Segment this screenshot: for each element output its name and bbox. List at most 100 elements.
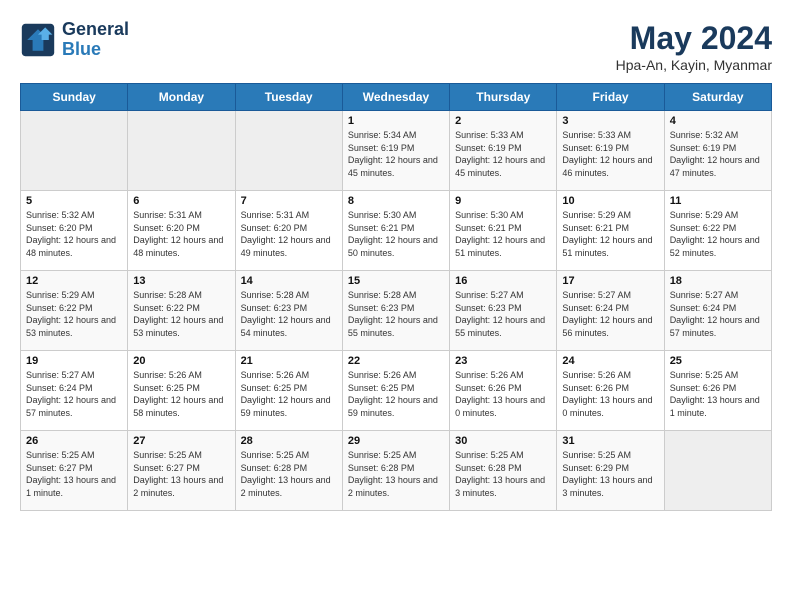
day-number: 4: [670, 115, 766, 127]
calendar-cell: 17 Sunrise: 5:27 AMSunset: 6:24 PMDayligh…: [557, 271, 664, 351]
day-number: 27: [133, 435, 229, 447]
calendar-cell: 23 Sunrise: 5:26 AMSunset: 6:26 PMDayligh…: [450, 351, 557, 431]
day-number: 19: [26, 355, 122, 367]
day-number: 9: [455, 195, 551, 207]
day-info: Sunrise: 5:26 AMSunset: 6:26 PMDaylight:…: [562, 369, 658, 419]
calendar-cell: 24 Sunrise: 5:26 AMSunset: 6:26 PMDayligh…: [557, 351, 664, 431]
calendar-cell: 19 Sunrise: 5:27 AMSunset: 6:24 PMDayligh…: [21, 351, 128, 431]
calendar-week-2: 5 Sunrise: 5:32 AMSunset: 6:20 PMDaylight…: [21, 191, 772, 271]
day-number: 30: [455, 435, 551, 447]
day-info: Sunrise: 5:27 AMSunset: 6:24 PMDaylight:…: [670, 289, 766, 339]
subtitle: Hpa-An, Kayin, Myanmar: [616, 57, 772, 73]
day-info: Sunrise: 5:29 AMSunset: 6:22 PMDaylight:…: [670, 209, 766, 259]
calendar-cell: 10Sunrise: 5:29 AMSunset: 6:21 PMDayligh…: [557, 191, 664, 271]
day-number: 11: [670, 195, 766, 207]
day-info: Sunrise: 5:25 AMSunset: 6:28 PMDaylight:…: [241, 449, 337, 499]
day-number: 25: [670, 355, 766, 367]
logo: General Blue: [20, 20, 129, 60]
day-number: 10: [562, 195, 658, 207]
day-number: 5: [26, 195, 122, 207]
calendar-cell: [128, 111, 235, 191]
calendar-cell: 16Sunrise: 5:27 AMSunset: 6:23 PMDayligh…: [450, 271, 557, 351]
day-number: 7: [241, 195, 337, 207]
day-header-friday: Friday: [557, 84, 664, 111]
day-number: 26: [26, 435, 122, 447]
day-info: Sunrise: 5:27 AMSunset: 6:24 PMDaylight:…: [562, 289, 658, 339]
day-info: Sunrise: 5:32 AMSunset: 6:19 PMDaylight:…: [670, 129, 766, 179]
calendar-cell: 11 Sunrise: 5:29 AMSunset: 6:22 PMDayligh…: [664, 191, 771, 271]
day-number: 8: [348, 195, 444, 207]
day-number: 28: [241, 435, 337, 447]
calendar-cell: 27 Sunrise: 5:25 AMSunset: 6:27 PMDayligh…: [128, 431, 235, 511]
day-info: Sunrise: 5:31 AMSunset: 6:20 PMDaylight:…: [133, 209, 229, 259]
calendar-cell: 2Sunrise: 5:33 AMSunset: 6:19 PMDaylight…: [450, 111, 557, 191]
calendar-cell: 26 Sunrise: 5:25 AMSunset: 6:27 PMDayligh…: [21, 431, 128, 511]
day-header-wednesday: Wednesday: [342, 84, 449, 111]
day-number: 14: [241, 275, 337, 287]
calendar-table: SundayMondayTuesdayWednesdayThursdayFrid…: [20, 83, 772, 511]
day-number: 31: [562, 435, 658, 447]
calendar-cell: 15 Sunrise: 5:28 AMSunset: 6:23 PMDayligh…: [342, 271, 449, 351]
calendar-cell: 13 Sunrise: 5:28 AMSunset: 6:22 PMDayligh…: [128, 271, 235, 351]
calendar-cell: 7Sunrise: 5:31 AMSunset: 6:20 PMDaylight…: [235, 191, 342, 271]
calendar-cell: 1 Sunrise: 5:34 AMSunset: 6:19 PMDaylight…: [342, 111, 449, 191]
day-info: Sunrise: 5:30 AMSunset: 6:21 PMDaylight:…: [348, 209, 444, 259]
day-number: 15: [348, 275, 444, 287]
calendar-cell: 28 Sunrise: 5:25 AMSunset: 6:28 PMDayligh…: [235, 431, 342, 511]
calendar-cell: 5 Sunrise: 5:32 AMSunset: 6:20 PMDaylight…: [21, 191, 128, 271]
calendar-cell: 12Sunrise: 5:29 AMSunset: 6:22 PMDayligh…: [21, 271, 128, 351]
day-info: Sunrise: 5:32 AMSunset: 6:20 PMDaylight:…: [26, 209, 122, 259]
calendar-body: 1 Sunrise: 5:34 AMSunset: 6:19 PMDaylight…: [21, 111, 772, 511]
day-info: Sunrise: 5:33 AMSunset: 6:19 PMDaylight:…: [562, 129, 658, 179]
day-number: 20: [133, 355, 229, 367]
day-header-tuesday: Tuesday: [235, 84, 342, 111]
day-number: 29: [348, 435, 444, 447]
day-number: 1: [348, 115, 444, 127]
day-info: Sunrise: 5:26 AMSunset: 6:25 PMDaylight:…: [348, 369, 444, 419]
calendar-cell: 22 Sunrise: 5:26 AMSunset: 6:25 PMDayligh…: [342, 351, 449, 431]
calendar-week-4: 19 Sunrise: 5:27 AMSunset: 6:24 PMDayligh…: [21, 351, 772, 431]
calendar-cell: 6Sunrise: 5:31 AMSunset: 6:20 PMDaylight…: [128, 191, 235, 271]
calendar-week-1: 1 Sunrise: 5:34 AMSunset: 6:19 PMDaylight…: [21, 111, 772, 191]
calendar-cell: 18Sunrise: 5:27 AMSunset: 6:24 PMDayligh…: [664, 271, 771, 351]
logo-text: General Blue: [62, 20, 129, 60]
day-info: Sunrise: 5:29 AMSunset: 6:22 PMDaylight:…: [26, 289, 122, 339]
day-header-thursday: Thursday: [450, 84, 557, 111]
day-info: Sunrise: 5:28 AMSunset: 6:23 PMDaylight:…: [241, 289, 337, 339]
calendar-cell: [664, 431, 771, 511]
day-number: 23: [455, 355, 551, 367]
calendar-cell: 4 Sunrise: 5:32 AMSunset: 6:19 PMDaylight…: [664, 111, 771, 191]
logo-icon: [20, 22, 56, 58]
day-info: Sunrise: 5:26 AMSunset: 6:25 PMDaylight:…: [133, 369, 229, 419]
day-number: 16: [455, 275, 551, 287]
calendar-cell: 31Sunrise: 5:25 AMSunset: 6:29 PMDayligh…: [557, 431, 664, 511]
calendar-cell: 9 Sunrise: 5:30 AMSunset: 6:21 PMDaylight…: [450, 191, 557, 271]
day-number: 17: [562, 275, 658, 287]
day-info: Sunrise: 5:30 AMSunset: 6:21 PMDaylight:…: [455, 209, 551, 259]
header: General Blue May 2024 Hpa-An, Kayin, Mya…: [20, 20, 772, 73]
calendar-week-3: 12Sunrise: 5:29 AMSunset: 6:22 PMDayligh…: [21, 271, 772, 351]
day-number: 13: [133, 275, 229, 287]
calendar-week-5: 26 Sunrise: 5:25 AMSunset: 6:27 PMDayligh…: [21, 431, 772, 511]
calendar-cell: 21Sunrise: 5:26 AMSunset: 6:25 PMDayligh…: [235, 351, 342, 431]
day-info: Sunrise: 5:25 AMSunset: 6:27 PMDaylight:…: [26, 449, 122, 499]
day-info: Sunrise: 5:25 AMSunset: 6:27 PMDaylight:…: [133, 449, 229, 499]
main-title: May 2024: [616, 20, 772, 57]
calendar-cell: 14 Sunrise: 5:28 AMSunset: 6:23 PMDayligh…: [235, 271, 342, 351]
day-info: Sunrise: 5:26 AMSunset: 6:26 PMDaylight:…: [455, 369, 551, 419]
day-number: 3: [562, 115, 658, 127]
day-info: Sunrise: 5:33 AMSunset: 6:19 PMDaylight:…: [455, 129, 551, 179]
calendar-cell: 25Sunrise: 5:25 AMSunset: 6:26 PMDayligh…: [664, 351, 771, 431]
day-number: 21: [241, 355, 337, 367]
calendar-cell: 29Sunrise: 5:25 AMSunset: 6:28 PMDayligh…: [342, 431, 449, 511]
calendar-header-row: SundayMondayTuesdayWednesdayThursdayFrid…: [21, 84, 772, 111]
calendar-cell: 30Sunrise: 5:25 AMSunset: 6:28 PMDayligh…: [450, 431, 557, 511]
day-number: 22: [348, 355, 444, 367]
day-header-sunday: Sunday: [21, 84, 128, 111]
day-header-saturday: Saturday: [664, 84, 771, 111]
day-info: Sunrise: 5:28 AMSunset: 6:23 PMDaylight:…: [348, 289, 444, 339]
day-info: Sunrise: 5:27 AMSunset: 6:24 PMDaylight:…: [26, 369, 122, 419]
day-number: 24: [562, 355, 658, 367]
day-info: Sunrise: 5:28 AMSunset: 6:22 PMDaylight:…: [133, 289, 229, 339]
day-info: Sunrise: 5:34 AMSunset: 6:19 PMDaylight:…: [348, 129, 444, 179]
